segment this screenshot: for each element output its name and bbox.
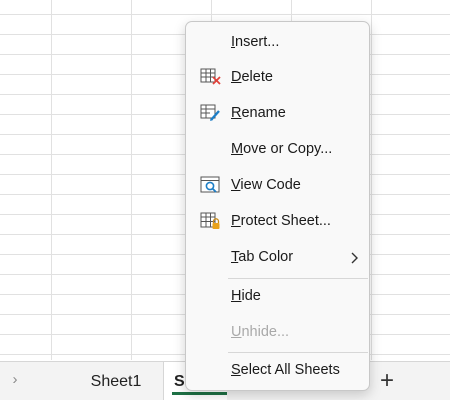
delete-sheet-icon [200,68,222,86]
spreadsheet-window: › Sheet1 S + Insert... Delete Rename Mov… [0,0,450,400]
menu-item-label: Delete [231,69,273,85]
menu-item-label: Unhide... [231,324,290,340]
add-sheet-icon[interactable]: + [376,369,398,394]
menu-item-unhide: Unhide... [186,315,369,349]
sheet-tab-sheet1[interactable]: Sheet1 [80,362,152,400]
menu-item-insert[interactable]: Insert... [186,25,369,59]
menu-item-hide[interactable]: Hide [186,279,369,313]
menu-item-label: View Code [231,177,301,193]
menu-item-tab-color[interactable]: Tab Color [186,240,369,274]
sheet-context-menu: Insert... Delete Rename Move or Copy... … [185,21,370,391]
menu-item-label: Insert... [231,34,280,50]
protect-sheet-icon [200,212,222,230]
menu-item-view-code[interactable]: View Code [186,168,369,202]
menu-item-delete[interactable]: Delete [186,60,369,94]
menu-item-label: Select All Sheets [231,362,340,378]
menu-item-label: Protect Sheet... [231,213,331,229]
menu-item-select-all-sheets[interactable]: Select All Sheets [186,353,369,387]
menu-item-rename[interactable]: Rename [186,96,369,130]
rename-sheet-icon [200,104,222,122]
chevron-right-icon [349,240,359,274]
scroll-tabs-right-icon[interactable]: › [6,370,24,390]
menu-item-label: Move or Copy... [231,141,333,157]
menu-item-label: Rename [231,105,286,121]
view-code-icon [200,176,222,194]
menu-item-label: Hide [231,288,261,304]
menu-item-label: Tab Color [231,249,294,265]
menu-item-move-or-copy[interactable]: Move or Copy... [186,132,369,166]
menu-item-protect-sheet[interactable]: Protect Sheet... [186,204,369,238]
